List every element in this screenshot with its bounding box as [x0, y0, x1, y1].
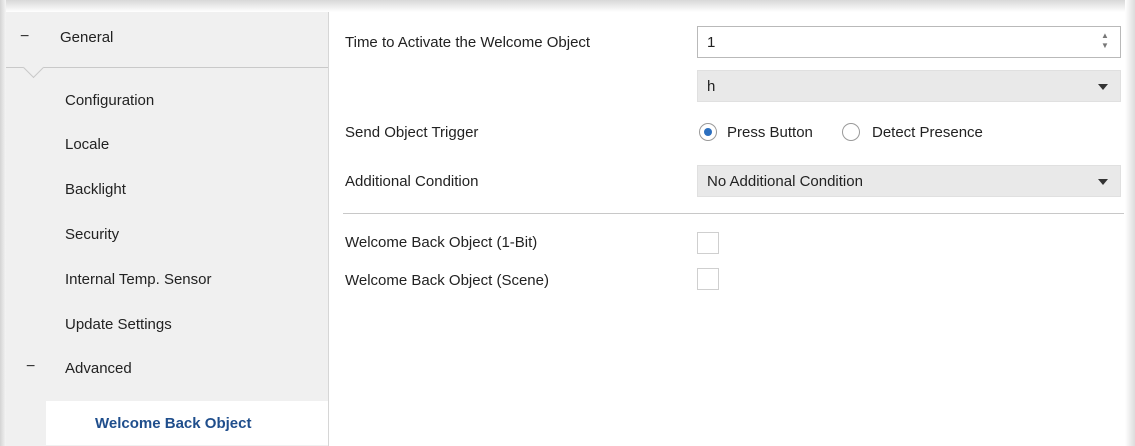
window: − General Configuration Locale Backlight… — [0, 0, 1135, 446]
window-shadow-top — [0, 0, 1135, 12]
time-unit-value: h — [707, 78, 716, 95]
sidebar-item-configuration[interactable]: Configuration — [65, 92, 154, 109]
sidebar-item-security[interactable]: Security — [65, 226, 119, 243]
collapse-icon[interactable]: − — [26, 358, 35, 376]
collapse-icon[interactable]: − — [20, 28, 29, 46]
sidebar-item-welcome-back-object[interactable]: Welcome Back Object — [46, 401, 328, 445]
welcome-back-scene-checkbox[interactable] — [697, 268, 719, 290]
welcome-back-1bit-label: Welcome Back Object (1-Bit) — [345, 234, 538, 251]
additional-condition-value: No Additional Condition — [707, 173, 863, 190]
chevron-down-icon — [1098, 84, 1108, 90]
radio-press-button-label[interactable]: Press Button — [727, 124, 813, 141]
spin-down-icon[interactable]: ▼ — [1100, 41, 1110, 51]
spin-up-icon[interactable]: ▲ — [1100, 31, 1110, 41]
radio-detect-presence-label[interactable]: Detect Presence — [872, 124, 983, 141]
time-unit-select[interactable]: h — [697, 70, 1121, 102]
welcome-back-1bit-checkbox[interactable] — [697, 232, 719, 254]
spinner[interactable]: ▲ ▼ — [1100, 31, 1110, 53]
radio-detect-presence[interactable] — [842, 123, 860, 141]
time-to-activate-value: 1 — [707, 34, 716, 51]
sidebar-item-locale[interactable]: Locale — [65, 136, 109, 153]
time-to-activate-input[interactable]: 1 ▲ ▼ — [697, 26, 1121, 58]
additional-condition-label: Additional Condition — [345, 173, 479, 190]
radio-press-button[interactable] — [699, 123, 717, 141]
sidebar: − General Configuration Locale Backlight… — [6, 12, 329, 446]
sidebar-item-label: Welcome Back Object — [95, 415, 252, 432]
time-to-activate-label: Time to Activate the Welcome Object — [345, 34, 591, 51]
send-object-trigger-label: Send Object Trigger — [345, 124, 479, 141]
sidebar-item-backlight[interactable]: Backlight — [65, 181, 126, 198]
sidebar-item-general[interactable]: − General — [6, 12, 328, 68]
welcome-back-scene-label: Welcome Back Object (Scene) — [345, 272, 549, 289]
chevron-down-icon — [1098, 179, 1108, 185]
sidebar-item-label: Advanced — [65, 360, 132, 377]
sidebar-item-update-settings[interactable]: Update Settings — [65, 316, 172, 333]
sidebar-item-label: General — [60, 29, 114, 46]
additional-condition-select[interactable]: No Additional Condition — [697, 165, 1121, 197]
divider — [343, 213, 1124, 214]
sidebar-item-internal-temp-sensor[interactable]: Internal Temp. Sensor — [65, 271, 211, 288]
window-shadow-right — [1125, 0, 1135, 446]
